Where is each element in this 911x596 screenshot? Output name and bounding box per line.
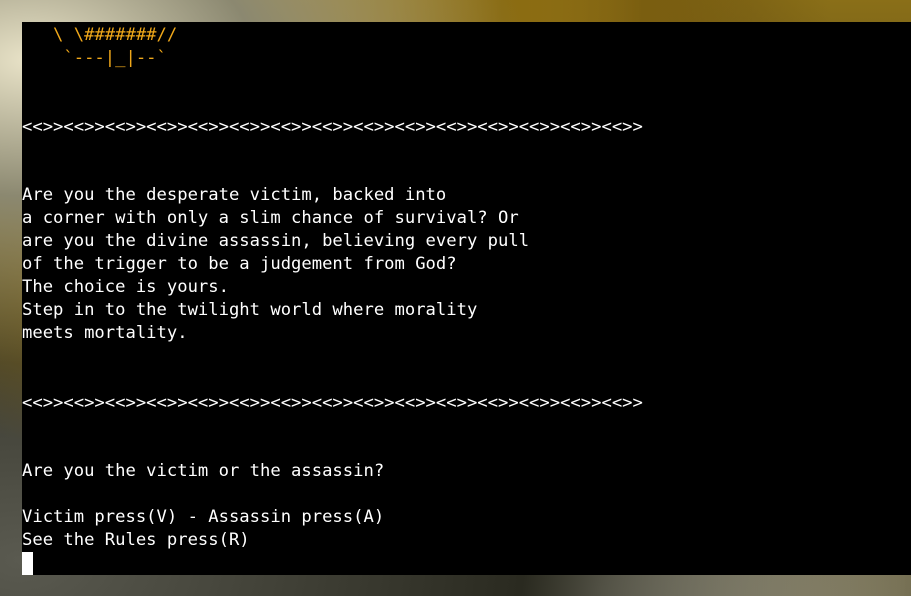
intro-line-7: meets mortality. [22,323,188,343]
intro-line-3: are you the divine assassin, believing e… [22,231,530,251]
intro-line-5: The choice is yours. [22,277,229,297]
ascii-art-line-2: `---|_|--` [22,48,167,68]
terminal-cursor[interactable] [22,552,33,575]
role-question: Are you the victim or the assassin? [22,461,385,481]
intro-line-1: Are you the desperate victim, backed int… [22,185,447,205]
rules-choice-option: See the Rules press(R) [22,530,250,550]
ascii-art-line-1: \ \#######// [22,25,178,45]
intro-line-6: Step in to the twilight world where mora… [22,300,478,320]
divider-top: <<>><<>><<>><<>><<>><<>><<>><<>><<>><<>>… [22,117,643,137]
intro-line-4: of the trigger to be a judgement from Go… [22,254,457,274]
terminal-window[interactable]: \ \#######// `---|_|--` <<>><<>><<>><<>>… [22,22,911,575]
divider-bottom: <<>><<>><<>><<>><<>><<>><<>><<>><<>><<>>… [22,393,643,413]
role-choice-options: Victim press(V) - Assassin press(A) [22,507,385,527]
intro-line-2: a corner with only a slim chance of surv… [22,208,519,228]
